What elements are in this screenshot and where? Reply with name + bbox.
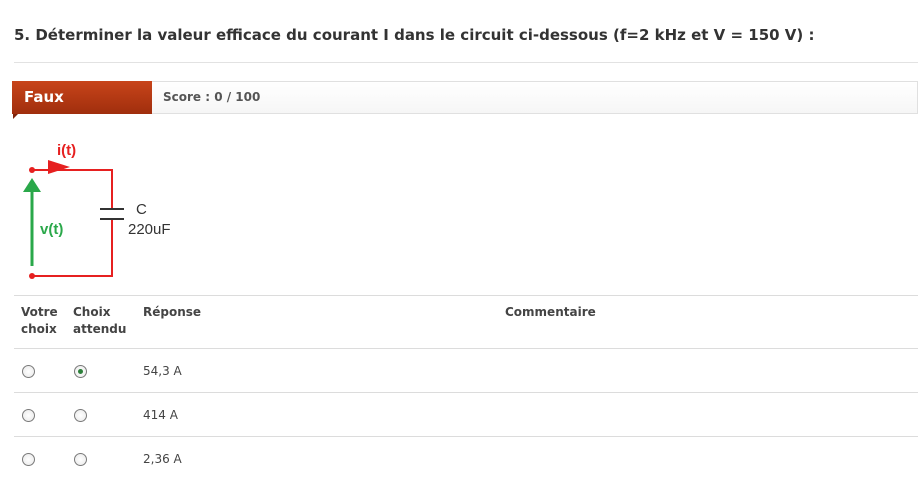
answer-text: 2,36 A: [136, 437, 498, 480]
your-choice-cell: [14, 393, 66, 437]
score-text: Score : 0 / 100: [163, 82, 260, 113]
expected-cell: [66, 437, 136, 480]
question-title: 5. Déterminer la valeur efficace du cour…: [14, 26, 815, 44]
header-expected: Choixattendu: [66, 296, 136, 349]
expected-cell: [66, 393, 136, 437]
result-bar: Faux Score : 0 / 100: [12, 81, 918, 114]
header-answer: Réponse: [136, 296, 498, 349]
answer-text: 414 A: [136, 393, 498, 437]
expected-cell: [66, 349, 136, 393]
table-header-row: Votrechoix Choixattendu Réponse Commenta…: [14, 296, 918, 349]
comment-cell: [498, 437, 918, 480]
capacitor-name: C: [136, 201, 147, 218]
header-comment: Commentaire: [498, 296, 918, 349]
your-choice-radio[interactable]: [22, 409, 35, 422]
separator: [14, 62, 918, 63]
your-choice-radio[interactable]: [22, 453, 35, 466]
voltage-label: v(t): [40, 221, 63, 238]
your-choice-cell: [14, 437, 66, 480]
voltage-arrow-icon: [23, 178, 41, 192]
result-status-badge: Faux: [12, 81, 152, 114]
capacitor-value: 220uF: [128, 221, 171, 238]
circuit-diagram: i(t) v(t) C 220uF: [14, 140, 214, 285]
comment-cell: [498, 349, 918, 393]
expected-radio: [74, 365, 87, 378]
header-your-choice: Votrechoix: [14, 296, 66, 349]
answers-table: Votrechoix Choixattendu Réponse Commenta…: [14, 295, 918, 480]
badge-tip: [13, 114, 18, 119]
your-choice-radio[interactable]: [22, 365, 35, 378]
comment-cell: [498, 393, 918, 437]
current-arrow-icon: [48, 160, 70, 174]
terminal-bottom: [29, 273, 35, 279]
expected-radio: [74, 453, 87, 466]
circuit-wire-top: [32, 170, 112, 208]
expected-radio: [74, 409, 87, 422]
answer-text: 54,3 A: [136, 349, 498, 393]
table-row: 414 A: [14, 393, 918, 437]
your-choice-cell: [14, 349, 66, 393]
table-row: 54,3 A: [14, 349, 918, 393]
table-row: 2,36 A: [14, 437, 918, 480]
terminal-top: [29, 167, 35, 173]
current-label: i(t): [57, 142, 76, 159]
